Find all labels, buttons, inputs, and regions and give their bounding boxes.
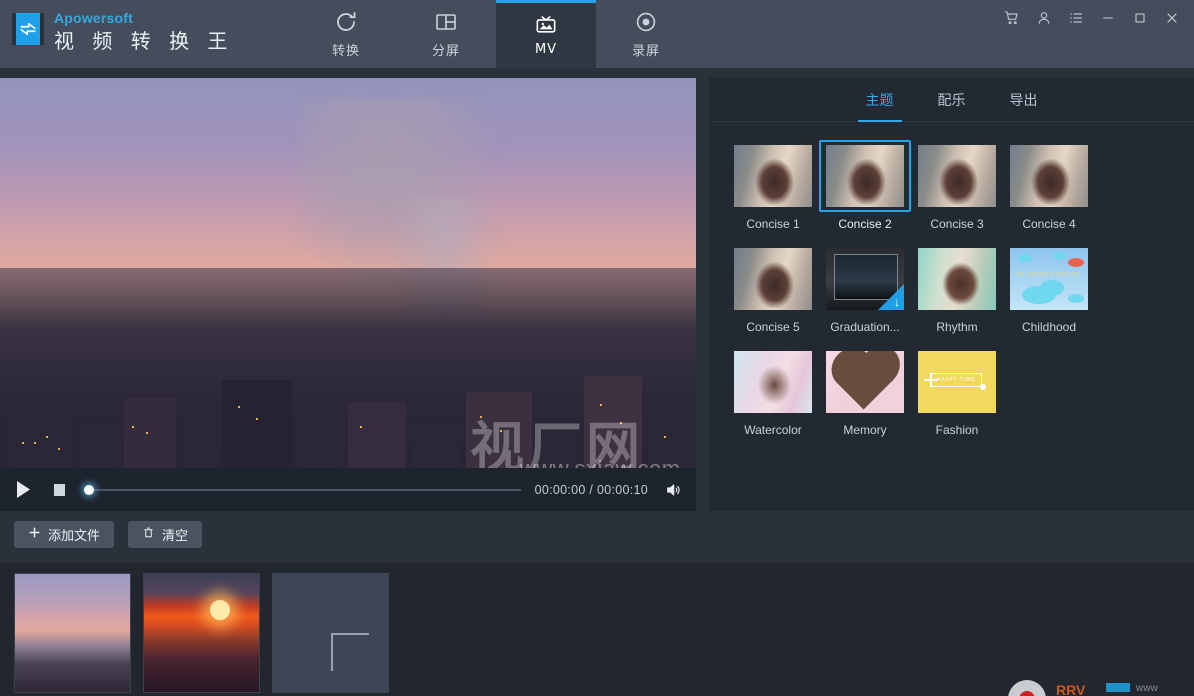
play-button[interactable] — [12, 479, 34, 501]
stop-icon — [53, 483, 65, 496]
theme-item-memory[interactable]: Memory — [819, 346, 911, 437]
theme-thumbnail — [918, 248, 996, 310]
theme-thumbnail: ↓ — [826, 248, 904, 310]
progress-slider[interactable] — [84, 483, 521, 497]
user-icon[interactable] — [1028, 3, 1060, 33]
tab-soundtrack[interactable]: 配乐 — [938, 78, 966, 122]
theme-item-concise-4[interactable]: Concise 4 — [1003, 140, 1095, 231]
split-screen-icon — [434, 9, 458, 35]
preview-cityscape — [0, 268, 696, 468]
volume-icon[interactable] — [662, 482, 684, 498]
stop-button[interactable] — [48, 479, 70, 501]
theme-art-text: MY GROWTH RECORD — [1016, 272, 1082, 278]
video-preview[interactable]: 视厂网 www.sxjaw.com — [0, 78, 696, 468]
theme-label: Memory — [843, 423, 887, 437]
theme-item-concise-2[interactable]: Concise 2 — [819, 140, 911, 231]
tab-split-screen-label: 分屏 — [431, 44, 460, 59]
theme-thumbnail — [826, 351, 904, 413]
cart-icon[interactable] — [996, 3, 1028, 33]
tab-soundtrack-label: 配乐 — [937, 92, 966, 109]
title-bar: Apowersoft 视 频 转 换 王 转换 分屏 MV 录屏 — [0, 0, 1194, 68]
theme-label: Concise 3 — [930, 217, 984, 231]
brand: Apowersoft 视 频 转 换 王 — [12, 10, 233, 54]
theme-label: Concise 2 — [838, 217, 892, 231]
theme-item-fashion[interactable]: HAPPY TIME Fashion — [911, 346, 1003, 437]
theme-label: Childhood — [1021, 320, 1077, 334]
tab-record-screen[interactable]: 录屏 — [596, 0, 696, 68]
record-screen-icon — [634, 9, 658, 35]
tab-export[interactable]: 导出 — [1010, 78, 1038, 122]
tab-theme-label: 主题 — [865, 92, 894, 109]
tab-convert-label: 转换 — [331, 44, 360, 59]
minimize-icon[interactable] — [1092, 3, 1124, 33]
progress-track — [92, 488, 521, 491]
brand-name: Apowersoft — [54, 10, 133, 26]
add-file-label: 添加文件 — [48, 529, 101, 544]
brand-subtitle: 视 频 转 换 王 — [54, 29, 234, 53]
filmstrip-clip-1[interactable] — [14, 573, 131, 693]
tab-mv[interactable]: MV — [496, 0, 596, 68]
maximize-icon[interactable] — [1124, 3, 1156, 33]
app-logo-icon — [12, 13, 44, 45]
window-controls — [996, 0, 1188, 36]
tab-mv-label: MV — [534, 42, 558, 57]
time-display: 00:00:00 / 00:00:10 — [534, 482, 648, 497]
theme-item-watercolor[interactable]: Watercolor — [727, 346, 819, 437]
clip-thumbnail-city — [15, 574, 130, 692]
download-badge-icon[interactable] — [878, 284, 904, 310]
theme-thumbnail — [918, 145, 996, 207]
theme-thumbnail: HAPPY TIME — [918, 351, 996, 413]
file-actions: 添加文件 清空 — [14, 521, 203, 548]
theme-grid: Concise 1 Concise 2 Concise 3 Concise 4 … — [727, 140, 1184, 449]
add-file-button[interactable]: 添加文件 — [14, 521, 115, 548]
theme-label: Rhythm — [936, 320, 978, 334]
tab-export-label: 导出 — [1009, 92, 1038, 109]
theme-label: Graduation... — [830, 320, 900, 334]
theme-thumbnail — [734, 145, 812, 207]
theme-item-rhythm[interactable]: Rhythm — [911, 243, 1003, 334]
theme-item-concise-1[interactable]: Concise 1 — [727, 140, 819, 231]
theme-label: Concise 4 — [1022, 217, 1076, 231]
trash-icon — [142, 526, 155, 544]
theme-label: Fashion — [935, 423, 979, 437]
convert-icon — [334, 9, 358, 35]
tab-convert[interactable]: 转换 — [296, 0, 396, 68]
theme-item-childhood[interactable]: MY GROWTH RECORD Childhood — [1003, 243, 1095, 334]
theme-thumbnail — [734, 248, 812, 310]
theme-thumbnail — [826, 145, 904, 207]
mv-tv-icon — [533, 11, 559, 37]
sun-disc — [210, 600, 230, 620]
player-controls: 00:00:00 / 00:00:10 — [0, 468, 696, 511]
theme-label: Concise 1 — [746, 217, 800, 231]
tab-theme[interactable]: 主题 — [857, 78, 902, 122]
main-nav-tabs: 转换 分屏 MV 录屏 — [296, 0, 696, 68]
tab-record-screen-label: 录屏 — [631, 44, 660, 59]
panel-tabs: 主题 配乐 导出 — [709, 78, 1194, 122]
theme-art-text: HAPPY TIME — [936, 377, 976, 383]
filmstrip-clip-2[interactable] — [143, 573, 260, 693]
theme-item-graduation[interactable]: ↓ Graduation... — [819, 243, 911, 334]
plus-icon — [28, 526, 41, 543]
download-arrow-icon: ↓ — [894, 295, 900, 309]
theme-label: Concise 5 — [746, 320, 800, 334]
clip-thumbnail-sunrise — [144, 574, 259, 692]
menu-list-icon[interactable] — [1060, 3, 1092, 33]
media-filmstrip — [0, 563, 1194, 696]
filmstrip-add-button[interactable] — [272, 573, 389, 693]
theme-label: Watercolor — [744, 423, 802, 437]
clear-label: 清空 — [162, 529, 189, 544]
theme-thumbnail: MY GROWTH RECORD — [1010, 248, 1088, 310]
theme-thumbnail — [1010, 145, 1088, 207]
theme-panel: 主题 配乐 导出 Concise 1 Concise 2 Concise 3 C… — [709, 78, 1194, 511]
close-icon[interactable] — [1156, 3, 1188, 33]
clear-button[interactable]: 清空 — [128, 521, 203, 548]
theme-item-concise-3[interactable]: Concise 3 — [911, 140, 1003, 231]
progress-knob[interactable] — [84, 484, 94, 495]
tab-split-screen[interactable]: 分屏 — [396, 0, 496, 68]
theme-item-concise-5[interactable]: Concise 5 — [727, 243, 819, 334]
theme-thumbnail — [734, 351, 812, 413]
